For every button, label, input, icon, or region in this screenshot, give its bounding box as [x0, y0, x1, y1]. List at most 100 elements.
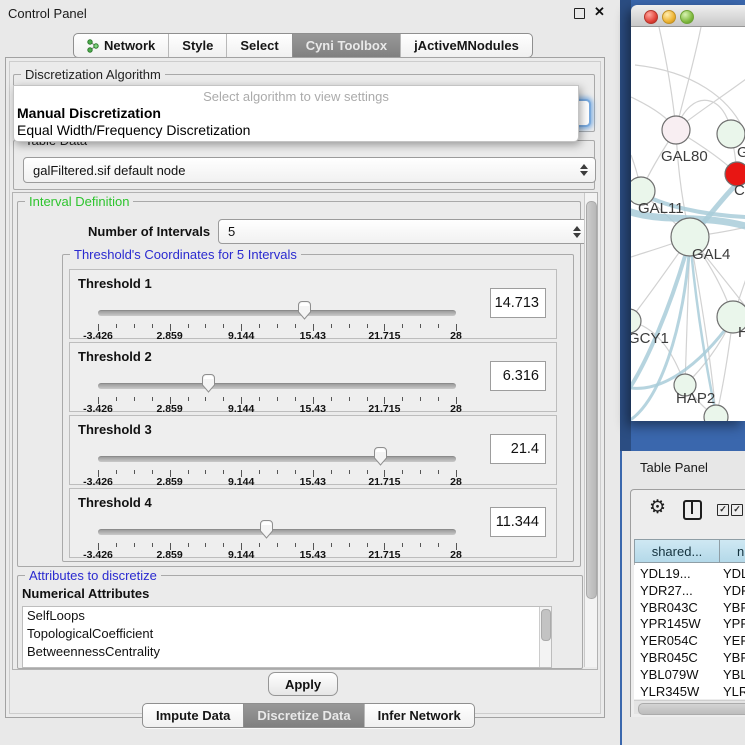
row-cell-shared-name: YBR043C: [640, 600, 698, 615]
settings-vertical-scrollbar[interactable]: [584, 193, 597, 667]
mac-zoom-button[interactable]: [680, 10, 694, 24]
slider-track[interactable]: [98, 383, 456, 389]
table-horizontal-scrollbar-thumb[interactable]: [638, 703, 745, 715]
table-horizontal-scrollbar[interactable]: [634, 700, 745, 714]
numerical-attributes-label: Numerical Attributes: [22, 586, 149, 601]
network-graph: GAL80GACGAL11GAL4GCY1HHAP2: [631, 27, 745, 421]
tab-label: Impute Data: [156, 708, 230, 723]
slider-tick: [295, 470, 296, 474]
tab-select[interactable]: Select: [226, 34, 291, 57]
tab-cyni-toolbox[interactable]: Cyni Toolbox: [292, 34, 400, 57]
close-icon[interactable]: ✕: [594, 4, 605, 20]
threshold-label: Threshold 4: [78, 495, 152, 510]
checked-checkbox-icon[interactable]: ✓: [717, 504, 729, 516]
row-cell-shared-name: YER054C: [640, 633, 698, 648]
table-row[interactable]: YBR043CYBR0: [634, 599, 745, 616]
table-row[interactable]: YER054CYER0: [634, 632, 745, 649]
network-node-label: C: [734, 182, 745, 199]
slider-tick: [152, 397, 153, 401]
row-cell-shared-name: YBL079W: [640, 667, 699, 682]
table-row[interactable]: YPR145WYPR1: [634, 615, 745, 632]
row-cell-name: YBL0: [723, 667, 745, 682]
slider-tick-label: -3.426: [83, 549, 113, 561]
tab-style[interactable]: Style: [168, 34, 226, 57]
tab-impute-data[interactable]: Impute Data: [143, 704, 243, 727]
slider-tick: [205, 324, 206, 328]
table-row[interactable]: YBL079W YBL0: [634, 666, 745, 683]
slider-tick: [438, 324, 439, 328]
threshold-slider[interactable]: -3.4262.8599.14415.4321.71528: [98, 296, 456, 336]
network-node-label: GAL4: [692, 246, 730, 263]
table-row[interactable]: YDL19...YDL1: [634, 565, 745, 582]
slider-tick: [402, 324, 403, 328]
slider-track[interactable]: [98, 310, 456, 316]
slider-track[interactable]: [98, 529, 456, 535]
algorithm-option[interactable]: Equal Width/Frequency Discretization: [17, 122, 250, 138]
network-view-window: GAL80GACGAL11GAL4GCY1HHAP2: [631, 5, 745, 421]
network-node-label: GCY1: [631, 330, 669, 347]
row-cell-name: YDL1: [723, 566, 745, 581]
interval-definition-title: Interval Definition: [25, 194, 133, 209]
network-node-label: GAL11: [638, 200, 684, 217]
slider-tick-label: 28: [450, 549, 462, 561]
slider-thumb[interactable]: [297, 301, 312, 321]
column-header-1[interactable]: shared...: [634, 539, 720, 563]
threshold-slider[interactable]: -3.4262.8599.14415.4321.71528: [98, 515, 456, 555]
settings-vertical-scrollbar-thumb[interactable]: [586, 201, 597, 599]
attributes-group-title: Attributes to discretize: [25, 568, 161, 583]
network-node-label: GAL80: [661, 148, 708, 165]
slider-tick: [205, 543, 206, 547]
threshold-value-field[interactable]: 6.316: [490, 361, 546, 391]
network-node-GAL80[interactable]: [662, 116, 690, 144]
threshold-value-field[interactable]: 14.713: [490, 288, 546, 318]
split-columns-icon[interactable]: [683, 500, 702, 520]
table-row[interactable]: YBR045CYBR0: [634, 649, 745, 666]
slider-thumb[interactable]: [201, 374, 216, 394]
slider-thumb[interactable]: [259, 520, 274, 540]
network-canvas[interactable]: GAL80GACGAL11GAL4GCY1HHAP2: [631, 27, 745, 421]
slider-tick: [277, 470, 278, 474]
slider-tick: [349, 543, 350, 547]
tab-jactivemnodules[interactable]: jActiveMNodules: [400, 34, 532, 57]
cyni-mode-tabs: Impute Data Discretize DataInfer Network: [142, 703, 475, 728]
number-of-intervals-combobox[interactable]: 5: [218, 219, 589, 244]
slider-thumb[interactable]: [373, 447, 388, 467]
table-data-combobox[interactable]: galFiltered.sif default node: [23, 157, 596, 183]
tab-network[interactable]: Network: [74, 34, 168, 57]
slider-tick: [367, 470, 368, 474]
threshold-value-field[interactable]: 21.4: [490, 434, 546, 464]
slider-tick: [438, 470, 439, 474]
mac-minimize-button[interactable]: [662, 10, 676, 24]
row-cell-name: YLR3: [723, 684, 745, 699]
threshold-slider[interactable]: -3.4262.8599.14415.4321.71528: [98, 442, 456, 482]
slider-tick: [116, 324, 117, 328]
attributes-list-scrollbar-thumb[interactable]: [541, 609, 551, 641]
network-node-label: H: [738, 324, 745, 341]
slider-track[interactable]: [98, 456, 456, 462]
tab-infer-network[interactable]: Infer Network: [364, 704, 474, 727]
attributes-list-scrollbar[interactable]: [539, 607, 551, 667]
threshold-value-field[interactable]: 11.344: [490, 507, 546, 537]
threshold-panel: Threshold 3-3.4262.8599.14415.4321.71528…: [69, 415, 557, 485]
column-header-2[interactable]: n: [720, 539, 745, 563]
slider-tick-label: 21.715: [368, 403, 400, 415]
gear-icon[interactable]: ⚙: [649, 497, 666, 519]
tab-discretize-data[interactable]: Discretize Data: [243, 704, 363, 727]
apply-button[interactable]: Apply: [268, 672, 338, 696]
network-window-titlebar[interactable]: [631, 5, 745, 27]
slider-tick-label: 2.859: [156, 330, 182, 342]
attribute-list-item[interactable]: TopologicalCoefficient: [23, 625, 551, 643]
table-panel-body: ⚙ ✓ ✓ shared...n YDL19...YDL1YDR27...YDR2…: [630, 489, 745, 717]
table-row[interactable]: YLR345WYLR3: [634, 683, 745, 699]
attribute-list-item[interactable]: SelfLoops: [23, 607, 551, 625]
float-window-icon[interactable]: [574, 8, 585, 19]
checked-checkbox-icon[interactable]: ✓: [731, 504, 743, 516]
slider-tick-label: 28: [450, 330, 462, 342]
algorithm-option[interactable]: Manual Discretization: [17, 105, 161, 121]
attribute-list-item[interactable]: BetweennessCentrality: [23, 643, 551, 661]
threshold-slider[interactable]: -3.4262.8599.14415.4321.71528: [98, 369, 456, 409]
network-node-bottom-node[interactable]: [704, 405, 728, 421]
mac-close-button[interactable]: [644, 10, 658, 24]
table-row[interactable]: YDR27...YDR2: [634, 582, 745, 599]
numerical-attributes-list[interactable]: SelfLoopsTopologicalCoefficientBetweenne…: [22, 606, 552, 668]
